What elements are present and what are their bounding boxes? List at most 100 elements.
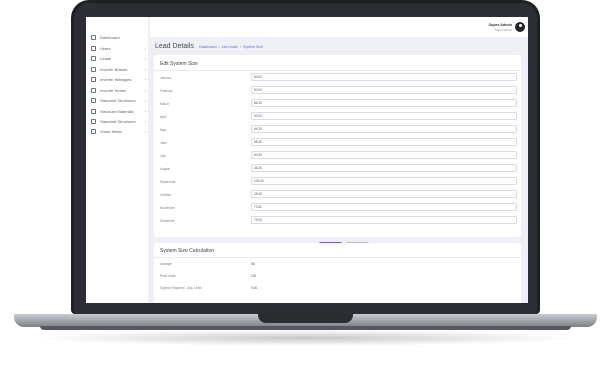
calc-label: System Required - Avg. Units — [160, 286, 202, 290]
chevron-right-icon: › — [144, 119, 146, 124]
field-september: September 100.00 — [160, 177, 518, 186]
field-june: June 58.30 — [160, 138, 518, 147]
sidebar-item-label: Inverter Brands — [100, 67, 128, 72]
may-input[interactable]: 64.30 — [251, 125, 517, 133]
user-role: Super Admin — [494, 28, 512, 32]
user-name: Super Admin — [488, 23, 513, 27]
breadcrumb-system-size: System Size — [242, 45, 263, 49]
june-input[interactable]: 58.30 — [251, 138, 517, 146]
chevron-right-icon: › — [144, 77, 146, 82]
sidebar-item-standard-structures[interactable]: Standard Structures › — [91, 96, 146, 105]
field-label: April — [160, 114, 167, 119]
card-divider — [154, 257, 521, 258]
field-label: July — [160, 153, 166, 158]
april-input[interactable]: 90.00 — [251, 112, 517, 120]
laptop-base-lip — [40, 326, 571, 330]
sidebar-item-dashboard[interactable]: Dashboard — [91, 33, 146, 42]
avatar[interactable] — [515, 22, 525, 32]
home-icon — [91, 35, 96, 40]
chevron-right-icon: › — [144, 129, 146, 134]
field-label: February — [160, 88, 173, 93]
gear-icon — [91, 77, 96, 82]
chevron-right-icon: › — [144, 56, 146, 61]
sidebar-item-structure-materials[interactable]: Structure Materials › — [91, 107, 146, 116]
laptop-shadow — [30, 330, 581, 346]
sidebar-item-label: Inverter Series — [100, 88, 127, 93]
card-title: System Size Calculation — [160, 248, 214, 254]
field-label: June — [160, 140, 167, 145]
field-october: October 28.40 — [160, 190, 518, 199]
users-icon — [91, 46, 96, 51]
sidebar-item-users[interactable]: Users › — [91, 44, 146, 53]
march-input[interactable]: 86.30 — [251, 99, 517, 107]
sidebar-item-inverter-wattages[interactable]: Inverter Wattages › — [91, 75, 146, 84]
field-label: January — [160, 75, 172, 80]
field-july: July 60.30 — [160, 151, 518, 160]
calc-row-average: Average 68 — [160, 262, 460, 269]
calc-value: 0.00 — [251, 286, 258, 290]
breadcrumb-separator: / — [239, 45, 241, 49]
system-size-calculation-card: System Size Calculation Average 68 Peak … — [154, 243, 521, 303]
september-input[interactable]: 100.00 — [251, 177, 517, 185]
plus-icon — [91, 67, 96, 72]
box-icon — [91, 98, 96, 103]
sidebar-item-label: Standard Structures — [100, 98, 136, 103]
field-label: August — [160, 166, 170, 171]
sidebar-item-smart-meter[interactable]: Smart Meter › — [91, 127, 146, 136]
field-november: November 72.80 — [160, 203, 518, 212]
field-february: February 90.00 — [160, 86, 518, 95]
calc-value: 68 — [251, 262, 255, 266]
sidebar-item-label: Inverter Wattages — [100, 77, 132, 82]
field-may: May 64.30 — [160, 125, 518, 134]
october-input[interactable]: 28.40 — [251, 190, 517, 198]
sidebar-item-label: Users — [100, 46, 111, 51]
chevron-right-icon: › — [144, 98, 146, 103]
grid-icon — [91, 56, 96, 61]
sidebar-item-standard-structures-2[interactable]: Standard Structures › — [91, 117, 146, 126]
december-input[interactable]: 79.00 — [251, 216, 517, 224]
laptop-mockup: Dashboard Users › Leads › Inverter Brand… — [0, 0, 611, 385]
card-divider — [154, 70, 521, 71]
sidebar-item-inverter-series[interactable]: Inverter Series › — [91, 86, 146, 95]
sidebar-item-label: Dashboard — [100, 35, 120, 40]
breadcrumb-separator: / — [218, 45, 220, 49]
chevron-right-icon: › — [144, 46, 146, 51]
field-january: January 83.50 — [160, 73, 518, 82]
november-input[interactable]: 72.80 — [251, 203, 517, 211]
calc-label: Peak Units — [160, 274, 176, 278]
field-label: November — [160, 205, 175, 210]
august-input[interactable]: 46.30 — [251, 164, 517, 172]
app-screen: Dashboard Users › Leads › Inverter Brand… — [86, 17, 528, 303]
document-icon — [91, 129, 96, 134]
field-label: March — [160, 101, 169, 106]
field-label: October — [160, 192, 172, 197]
field-march: March 86.30 — [160, 99, 518, 108]
calc-row-system-required: System Required - Avg. Units 0.00 — [160, 286, 460, 293]
sidebar-item-label: Structure Materials — [100, 109, 134, 114]
sidebar: Dashboard Users › Leads › Inverter Brand… — [86, 17, 148, 303]
breadcrumb: Dashboard / List Leads / System Size — [199, 45, 263, 49]
sidebar-item-label: Leads — [100, 56, 111, 61]
settings-icon — [91, 109, 96, 114]
calc-row-peak-units: Peak Units 100 — [160, 274, 460, 281]
sidebar-item-label: Standard Structures — [100, 119, 136, 124]
chevron-right-icon: › — [144, 67, 146, 72]
field-label: December — [160, 218, 175, 223]
laptop-notch — [258, 314, 353, 323]
breadcrumb-list-leads[interactable]: List Leads — [222, 45, 238, 49]
sidebar-item-inverter-brands[interactable]: Inverter Brands › — [91, 65, 146, 74]
january-input[interactable]: 83.50 — [251, 73, 517, 81]
field-label: May — [160, 127, 167, 132]
breadcrumb-dashboard[interactable]: Dashboard — [199, 45, 217, 49]
february-input[interactable]: 90.00 — [251, 86, 517, 94]
july-input[interactable]: 60.30 — [251, 151, 517, 159]
field-april: April 90.00 — [160, 112, 518, 121]
sidebar-item-leads[interactable]: Leads › — [91, 54, 146, 63]
page-title: Lead Details — [155, 43, 194, 50]
field-label: September — [160, 179, 176, 184]
sidebar-item-label: Smart Meter — [100, 129, 123, 134]
chevron-right-icon: › — [144, 109, 146, 114]
infinity-icon — [91, 88, 96, 93]
chevron-right-icon: › — [144, 88, 146, 93]
calc-value: 100 — [251, 274, 257, 278]
